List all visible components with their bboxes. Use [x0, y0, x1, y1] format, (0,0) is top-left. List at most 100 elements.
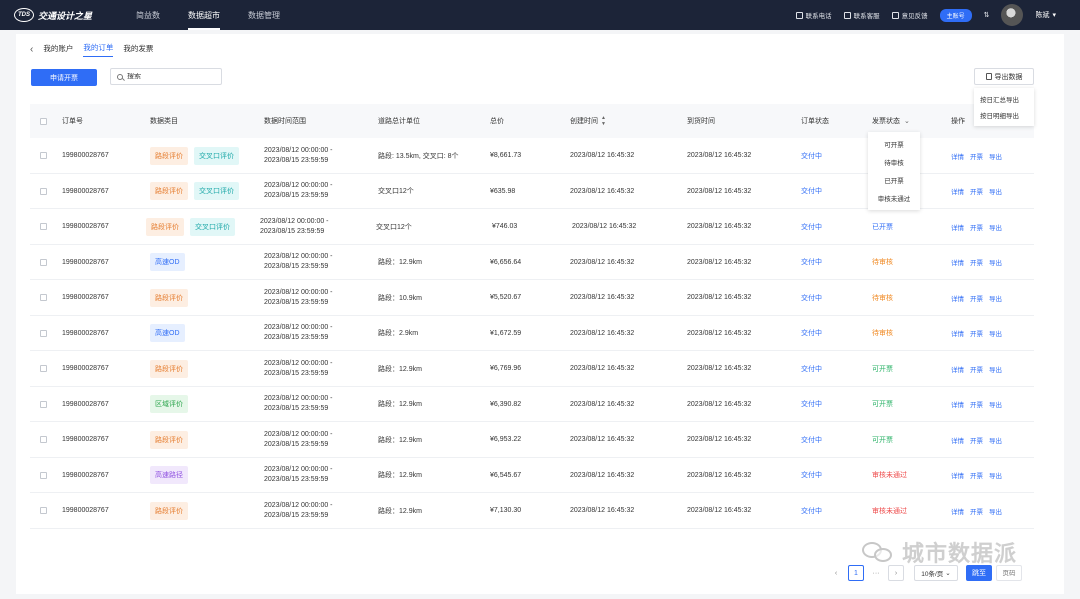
invoice-link[interactable]: 开票 — [970, 186, 983, 196]
invoice-link[interactable]: 开票 — [970, 222, 983, 232]
export-daily-summary-option[interactable]: 按日汇总导出 — [974, 91, 1034, 107]
contact-service-label: 联系客服 — [853, 13, 880, 20]
filter-option-invoiced[interactable]: 已开票 — [868, 171, 920, 189]
row-checkbox[interactable] — [40, 400, 47, 408]
row-checkbox[interactable] — [40, 258, 47, 266]
row-checkbox[interactable] — [40, 223, 47, 231]
export-link[interactable]: 导出 — [989, 186, 1002, 196]
sort-icon[interactable]: ▲ ▼ — [601, 115, 606, 127]
row-checkbox[interactable] — [40, 507, 47, 515]
table-row: 199800028767 高速路径 2023/08/12 00:00:00 -2… — [30, 458, 1034, 493]
road-unit: 路段：12.9km — [378, 472, 422, 480]
nav-item-data-management[interactable]: 数据管理 — [234, 0, 294, 30]
road-unit: 路段: 13.5km, 交叉口: 8个 — [378, 152, 459, 160]
detail-link[interactable]: 详情 — [951, 293, 964, 303]
order-status: 交付中 — [801, 330, 822, 338]
select-all-checkbox[interactable] — [40, 117, 47, 125]
contact-phone-link[interactable]: 联系电话 — [795, 10, 832, 20]
export-data-button[interactable]: 导出数据 — [974, 68, 1034, 85]
invoice-link[interactable]: 开票 — [970, 293, 983, 303]
col-created[interactable]: 创建时间 ▲ ▼ — [570, 104, 606, 138]
invoice-link[interactable]: 开票 — [970, 257, 983, 267]
row-checkbox[interactable] — [40, 436, 47, 444]
filter-option-rejected[interactable]: 审核未通过 — [868, 189, 920, 207]
tab-my-invoices[interactable]: 我的发票 — [123, 43, 153, 57]
created-time: 2023/08/12 16:45:32 — [570, 329, 635, 337]
invoice-link[interactable]: 开票 — [970, 328, 983, 338]
brand-name: 交通设计之星 — [38, 10, 93, 21]
road-unit: 交叉口12个 — [376, 223, 412, 231]
detail-link[interactable]: 详情 — [951, 470, 964, 480]
order-number: 199800028767 — [62, 294, 109, 302]
export-link[interactable]: 导出 — [989, 506, 1002, 516]
export-link[interactable]: 导出 — [989, 151, 1002, 161]
export-link[interactable]: 导出 — [989, 257, 1002, 267]
export-link[interactable]: 导出 — [989, 399, 1002, 409]
order-status: 交付中 — [801, 223, 822, 231]
category-tag: 路段评价 — [146, 217, 184, 236]
delivered-time: 2023/08/12 16:45:32 — [687, 187, 752, 195]
caret-down-icon: ▾ — [1052, 12, 1056, 19]
export-link[interactable]: 导出 — [989, 364, 1002, 374]
detail-link[interactable]: 详情 — [951, 399, 964, 409]
created-time: 2023/08/12 16:45:32 — [570, 187, 635, 195]
invoice-link[interactable]: 开票 — [970, 506, 983, 516]
detail-link[interactable]: 详情 — [951, 435, 964, 445]
account-badge[interactable]: 主账号 — [939, 8, 972, 22]
detail-link[interactable]: 详情 — [951, 364, 964, 374]
invoice-link[interactable]: 开票 — [970, 364, 983, 374]
nav-item-data-market[interactable]: 数据超市 — [174, 0, 234, 30]
contact-service-link[interactable]: 联系客服 — [843, 10, 880, 20]
row-checkbox[interactable] — [40, 152, 47, 160]
range-start: 2023/08/12 00:00:00 - — [264, 430, 333, 438]
tab-my-account[interactable]: 我的账户 — [43, 43, 73, 57]
detail-link[interactable]: 详情 — [951, 186, 964, 196]
delivered-time: 2023/08/12 16:45:32 — [687, 507, 752, 515]
export-daily-detail-option[interactable]: 按日明细导出 — [974, 107, 1034, 123]
filter-option-pending[interactable]: 待审核 — [868, 153, 920, 171]
avatar[interactable] — [1001, 4, 1024, 26]
chevron-down-icon[interactable]: ⌄ — [904, 117, 910, 125]
tab-my-orders[interactable]: 我的订单 — [83, 42, 114, 57]
export-link[interactable]: 导出 — [989, 470, 1002, 480]
export-link[interactable]: 导出 — [989, 328, 1002, 338]
created-time: 2023/08/12 16:45:32 — [570, 436, 635, 444]
detail-link[interactable]: 详情 — [951, 328, 964, 338]
nav-item-jianyishu[interactable]: 简益数 — [122, 0, 174, 30]
user-menu[interactable]: 陈斌 ▾ — [1035, 10, 1056, 20]
order-number: 199800028767 — [62, 507, 109, 515]
row-checkbox[interactable] — [40, 329, 47, 337]
row-checkbox[interactable] — [40, 365, 47, 373]
export-link[interactable]: 导出 — [989, 293, 1002, 303]
search-box[interactable] — [110, 68, 222, 85]
export-link[interactable]: 导出 — [989, 435, 1002, 445]
row-select-cell — [40, 209, 47, 245]
watermark: 城市数据派 — [862, 536, 1017, 568]
search-input[interactable] — [127, 73, 217, 80]
export-link[interactable]: 导出 — [989, 222, 1002, 232]
detail-link[interactable]: 详情 — [951, 151, 964, 161]
detail-link[interactable]: 详情 — [951, 506, 964, 516]
back-arrow-icon[interactable]: ‹ — [30, 44, 33, 55]
category-tags: 路段评价 — [150, 422, 194, 458]
invoice-status: 审核未通过 — [872, 507, 907, 515]
switch-icon[interactable]: ⇅ — [984, 11, 990, 19]
invoice-link[interactable]: 开票 — [970, 151, 983, 161]
feedback-link[interactable]: 意见反馈 — [891, 10, 928, 20]
apply-invoice-button[interactable]: 申请开票 — [31, 69, 97, 86]
time-range: 2023/08/12 00:00:00 - 2023/08/15 23:59:59 — [264, 422, 333, 458]
detail-link[interactable]: 详情 — [951, 257, 964, 267]
invoice-link[interactable]: 开票 — [970, 399, 983, 409]
prev-page-button[interactable]: ‹ — [828, 565, 844, 581]
invoice-link[interactable]: 开票 — [970, 435, 983, 445]
brand-logo[interactable]: TDS 交通设计之星 — [14, 8, 118, 22]
created-time: 2023/08/12 16:45:32 — [572, 223, 637, 231]
row-checkbox[interactable] — [40, 294, 47, 302]
filter-option-invoiceable[interactable]: 可开票 — [868, 135, 920, 153]
row-checkbox[interactable] — [40, 471, 47, 479]
contact-phone-label: 联系电话 — [805, 13, 832, 20]
order-number: 199800028767 — [62, 152, 109, 160]
row-checkbox[interactable] — [40, 187, 47, 195]
detail-link[interactable]: 详情 — [951, 222, 964, 232]
invoice-link[interactable]: 开票 — [970, 470, 983, 480]
